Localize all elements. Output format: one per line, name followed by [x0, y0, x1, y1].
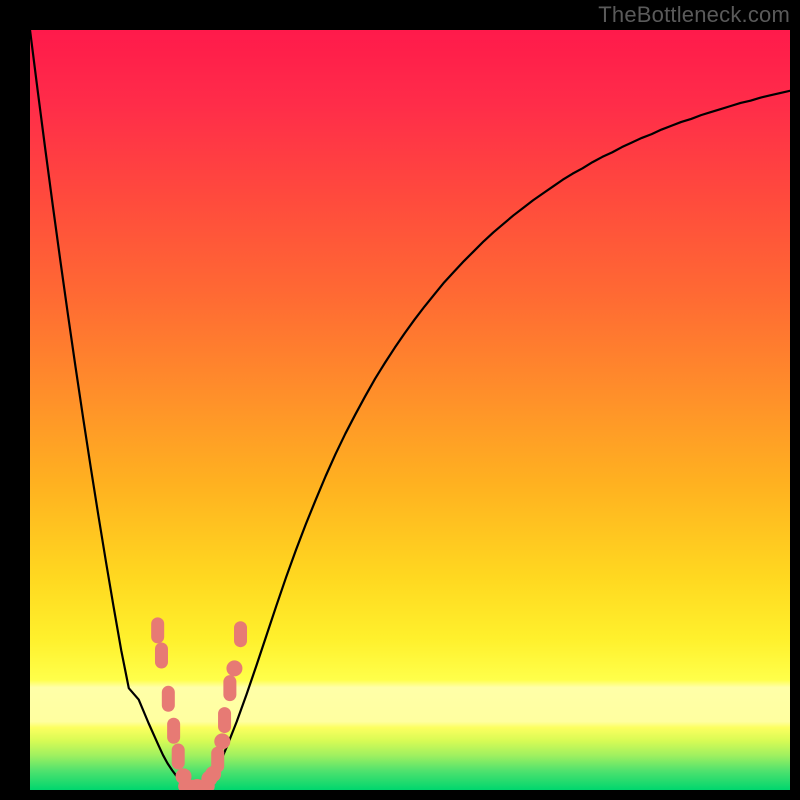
data-marker: [223, 675, 236, 701]
data-marker: [172, 744, 185, 770]
data-marker: [234, 621, 247, 647]
data-marker: [167, 718, 180, 744]
data-marker: [218, 707, 231, 733]
data-marker: [162, 686, 175, 712]
data-marker: [151, 617, 164, 643]
watermark-text: TheBottleneck.com: [598, 2, 790, 28]
chart-frame: TheBottleneck.com: [0, 0, 800, 800]
data-marker: [226, 660, 242, 676]
bottleneck-curve: [30, 30, 790, 789]
data-marker: [214, 733, 230, 749]
data-marker: [155, 642, 168, 668]
curve-layer: [30, 30, 790, 790]
data-marker: [211, 747, 224, 773]
plot-area: [30, 30, 790, 790]
